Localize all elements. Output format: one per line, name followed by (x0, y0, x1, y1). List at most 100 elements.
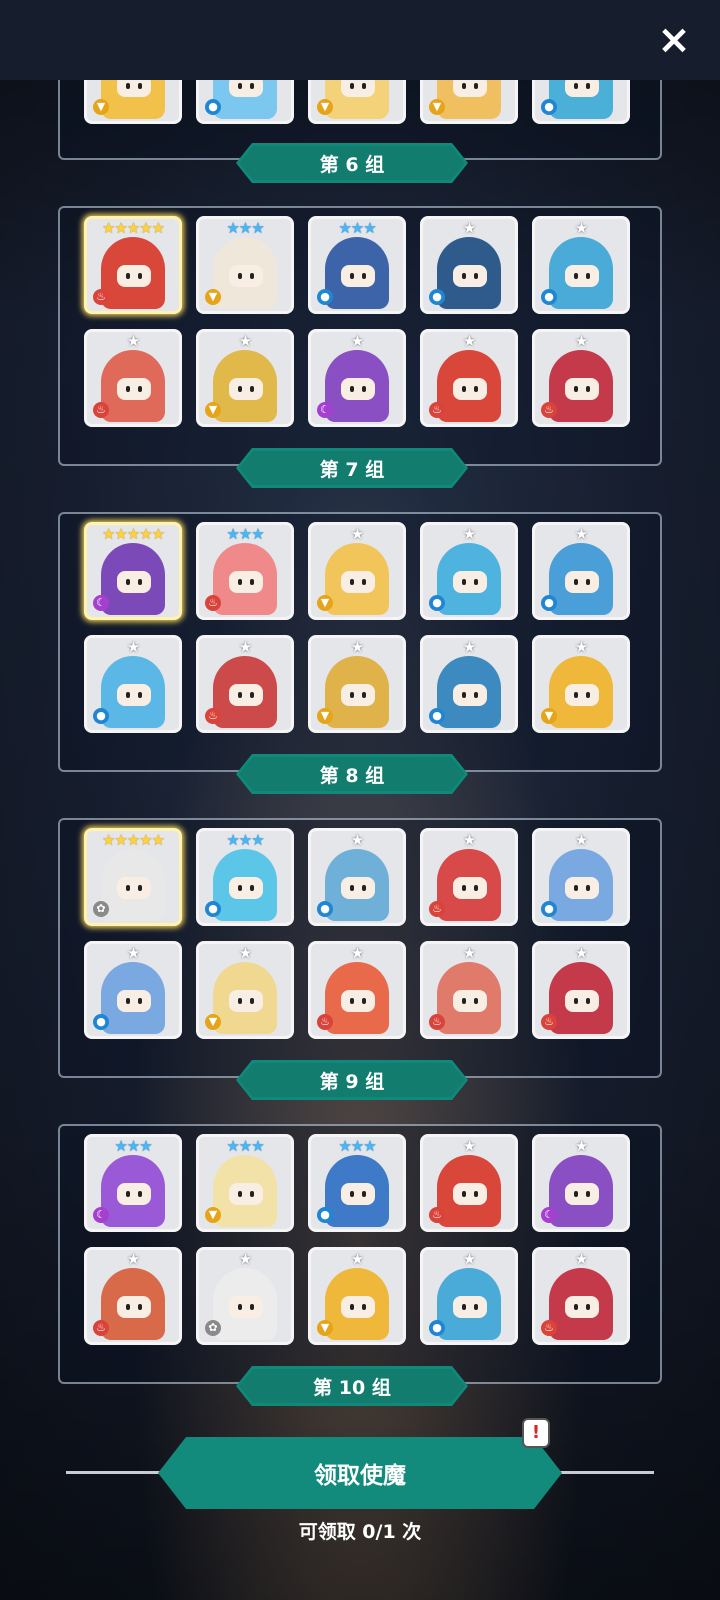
familiar-card[interactable]: ★ ♨ (420, 329, 518, 427)
eye (350, 998, 354, 1004)
eye (126, 386, 130, 392)
eye (138, 273, 142, 279)
star-rating: ★★★ (226, 831, 264, 849)
familiar-card[interactable]: ★★★★★ ☾ (84, 522, 182, 620)
familiar-card[interactable]: ★★★ ● (308, 1134, 406, 1232)
familiar-face (117, 684, 151, 706)
star-rating: ★★★ (338, 219, 376, 237)
familiar-face (229, 571, 263, 593)
light-element-icon: ▼ (205, 402, 221, 418)
familiar-card[interactable]: ★ ▼ (308, 1247, 406, 1345)
eye (474, 692, 478, 698)
familiar-face (341, 378, 375, 400)
familiar-face (341, 265, 375, 287)
familiar-card[interactable]: ★ ♨ (532, 329, 630, 427)
star-rating: ★ (350, 638, 364, 656)
familiar-card[interactable]: ★★★ ▼ (196, 216, 294, 314)
familiar-face (453, 571, 487, 593)
familiar-face (117, 990, 151, 1012)
eye (474, 1304, 478, 1310)
familiar-card[interactable]: ★★★ ▼ (196, 1134, 294, 1232)
familiar-card[interactable]: ★★★★★ ✿ (84, 828, 182, 926)
close-icon[interactable]: × (654, 20, 694, 60)
eye (126, 1191, 130, 1197)
familiar-face (117, 1296, 151, 1318)
eye (474, 273, 478, 279)
familiar-card[interactable]: ★ ● (532, 522, 630, 620)
star-rating: ★ (238, 944, 252, 962)
star-rating: ★ (350, 332, 364, 350)
eye (126, 579, 130, 585)
familiar-card[interactable]: ★ ☾ (532, 1134, 630, 1232)
dark-element-icon: ☾ (541, 1207, 557, 1223)
familiar-card[interactable]: ★ ● (532, 216, 630, 314)
familiar-card[interactable]: ★ ● (420, 1247, 518, 1345)
water-element-icon: ● (317, 289, 333, 305)
familiar-card[interactable]: ★ ● (532, 828, 630, 926)
eye (250, 579, 254, 585)
familiar-card[interactable]: ★★★ ● (308, 216, 406, 314)
familiar-card[interactable]: ★ ♨ (84, 329, 182, 427)
familiar-card[interactable]: ★ ✿ (196, 1247, 294, 1345)
familiar-card[interactable]: ★★★ ● (196, 828, 294, 926)
familiar-face (565, 378, 599, 400)
eye (126, 273, 130, 279)
eye (574, 579, 578, 585)
eye (126, 885, 130, 891)
eye (462, 998, 466, 1004)
familiar-card[interactable]: ★★★ ☾ (84, 1134, 182, 1232)
familiar-card[interactable]: ★ ▼ (196, 941, 294, 1039)
familiar-card[interactable]: ★ ● (420, 522, 518, 620)
familiar-card[interactable]: ★★★ ♨ (196, 522, 294, 620)
eye (474, 83, 478, 89)
familiar-card[interactable]: ★ ▼ (308, 522, 406, 620)
familiar-card[interactable]: ★ ● (420, 635, 518, 733)
star-rating: ★ (238, 332, 252, 350)
familiar-card[interactable]: ★ ♨ (532, 941, 630, 1039)
eye (250, 692, 254, 698)
familiar-card[interactable]: ★ ▼ (196, 329, 294, 427)
familiar-card[interactable]: ★ ● (420, 216, 518, 314)
eye (238, 83, 242, 89)
familiar-card[interactable]: ★ ♨ (196, 635, 294, 733)
familiar-card[interactable]: ★ ● (84, 635, 182, 733)
familiar-card[interactable]: ★ ♨ (308, 941, 406, 1039)
familiar-face (229, 1183, 263, 1205)
eye (238, 1304, 242, 1310)
familiar-card[interactable]: ★ ● (308, 828, 406, 926)
header-bar (0, 0, 720, 80)
eye (138, 998, 142, 1004)
dark-element-icon: ☾ (93, 1207, 109, 1223)
familiar-face (229, 378, 263, 400)
water-element-icon: ● (429, 595, 445, 611)
eye (462, 579, 466, 585)
eye (586, 579, 590, 585)
eye (138, 83, 142, 89)
water-element-icon: ● (541, 901, 557, 917)
eye (238, 998, 242, 1004)
eye (362, 273, 366, 279)
eye (362, 885, 366, 891)
familiar-card[interactable]: ★ ● (84, 941, 182, 1039)
eye (586, 692, 590, 698)
familiar-card[interactable]: ★ ♨ (532, 1247, 630, 1345)
fire-element-icon: ♨ (541, 1320, 557, 1336)
fire-element-icon: ♨ (429, 402, 445, 418)
familiar-card[interactable]: ★ ♨ (420, 828, 518, 926)
familiar-card[interactable]: ★ ▼ (308, 635, 406, 733)
eye (238, 885, 242, 891)
light-element-icon: ▼ (317, 1320, 333, 1336)
familiar-card[interactable]: ★ ♨ (84, 1247, 182, 1345)
eye (238, 273, 242, 279)
familiar-card[interactable]: ★ ♨ (420, 941, 518, 1039)
claim-button[interactable]: 领取使魔 (158, 1437, 562, 1509)
group-list[interactable]: ▼ ● ▼ ▼ ● ★★★★★ ♨ ★★★ ▼ ★★★ ● ★ ● ★ ● ★ ♨ ★ ▼ ★ ☾ ★ ♨ ★ ♨ ★★★★★ ☾ ★… (0, 0, 720, 1420)
eye (474, 1191, 478, 1197)
familiar-card[interactable]: ★ ♨ (420, 1134, 518, 1232)
familiar-card[interactable]: ★ ▼ (532, 635, 630, 733)
star-rating: ★ (238, 1250, 252, 1268)
familiar-card[interactable]: ★★★★★ ♨ (84, 216, 182, 314)
familiar-face (229, 684, 263, 706)
familiar-card[interactable]: ★ ☾ (308, 329, 406, 427)
star-rating: ★ (462, 831, 476, 849)
